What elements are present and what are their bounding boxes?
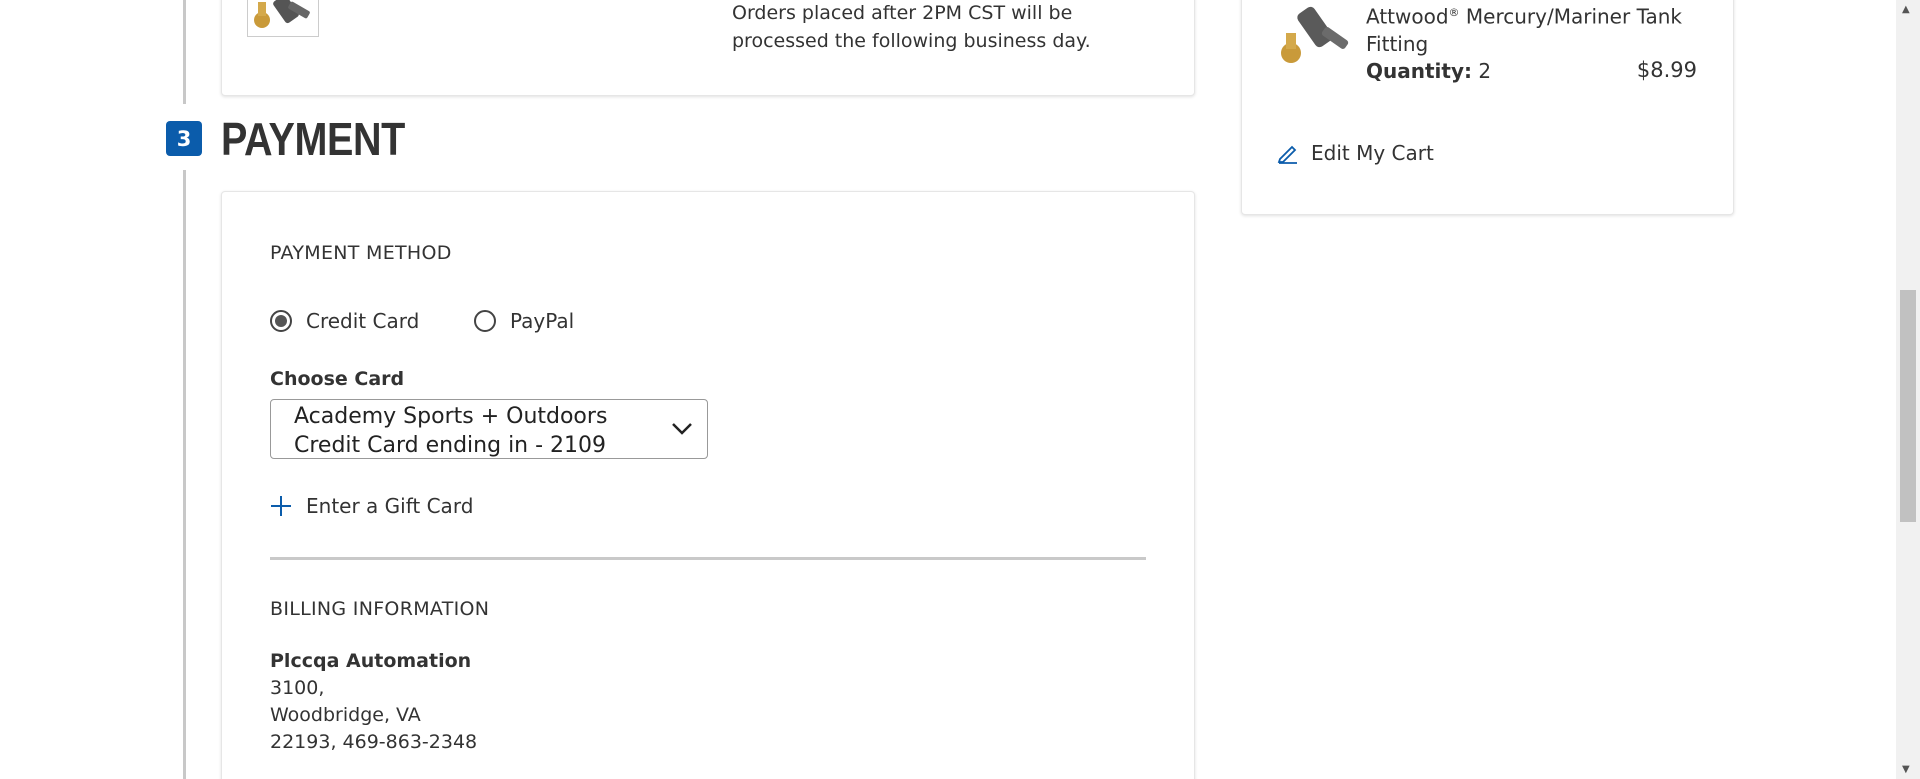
scroll-down-arrow-icon[interactable]: ▼ <box>1902 764 1910 775</box>
payment-step-title: PAYMENT <box>221 113 405 165</box>
tank-fitting-image <box>254 0 310 28</box>
order-item-quantity: Quantity: 2 <box>1366 59 1492 83</box>
pencil-icon <box>1277 145 1297 164</box>
scrollbar-thumb[interactable] <box>1900 290 1916 522</box>
order-summary-card: Attwood® Mercury/Mariner Tank Fitting Qu… <box>1241 0 1734 215</box>
billing-line-1: 3100, <box>270 677 325 699</box>
chevron-down-icon <box>672 423 692 435</box>
order-item-name[interactable]: Attwood® Mercury/Mariner Tank Fitting <box>1366 0 1706 58</box>
step-number-badge: 3 <box>166 121 202 156</box>
choose-card-select[interactable]: Academy Sports + Outdoors Credit Card en… <box>270 399 708 459</box>
billing-line-3: 22193, 469-863-2348 <box>270 731 478 753</box>
choose-card-label: Choose Card <box>270 368 405 390</box>
edit-my-cart-link[interactable]: Edit My Cart <box>1277 141 1434 165</box>
billing-name: Plccqa Automation <box>270 650 472 672</box>
gift-card-label: Enter a Gift Card <box>306 494 474 518</box>
selected-card-value: Academy Sports + Outdoors Credit Card en… <box>294 404 608 458</box>
edit-my-cart-label: Edit My Cart <box>1311 141 1434 165</box>
paypal-label: PayPal <box>510 309 575 333</box>
payment-method-heading: PAYMENT METHOD <box>270 242 452 264</box>
billing-information-heading: BILLING INFORMATION <box>270 598 490 620</box>
billing-line-2: Woodbridge, VA <box>270 704 421 726</box>
scroll-up-arrow-icon[interactable]: ▲ <box>1902 4 1910 15</box>
payment-card: PAYMENT METHOD Credit Card PayPal Choose… <box>221 191 1195 779</box>
billing-address: Plccqa Automation 3100, Woodbridge, VA 2… <box>270 648 477 756</box>
shipping-cutoff-note: Orders placed after 2PM CST will be proc… <box>732 2 1091 52</box>
tank-fitting-image <box>1281 6 1349 63</box>
plus-icon <box>271 496 291 516</box>
credit-card-label: Credit Card <box>306 309 420 333</box>
shipping-card: Orders placed after 2PM CST will be proc… <box>221 0 1195 96</box>
step-rail-top <box>183 0 186 104</box>
credit-card-radio[interactable] <box>270 310 292 332</box>
page-scrollbar[interactable]: ▲ ▼ <box>1896 0 1920 779</box>
section-divider <box>270 557 1146 560</box>
shipping-product-thumbnail <box>247 0 319 37</box>
step-rail-bottom <box>183 170 186 779</box>
enter-gift-card-link[interactable]: Enter a Gift Card <box>270 494 473 518</box>
credit-card-radio-option[interactable]: Credit Card <box>270 309 419 333</box>
order-item-price: $8.99 <box>1636 58 1697 82</box>
paypal-radio-option[interactable]: PayPal <box>474 309 574 333</box>
paypal-radio[interactable] <box>474 310 496 332</box>
